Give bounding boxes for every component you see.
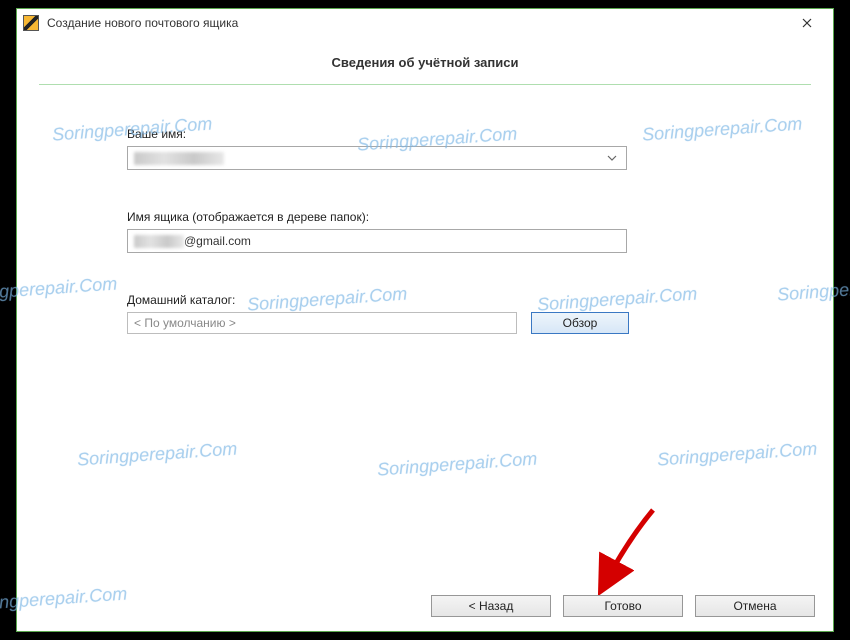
browse-button[interactable]: Обзор <box>531 312 629 334</box>
finish-button-label: Готово <box>604 599 641 613</box>
close-icon <box>802 18 812 28</box>
app-icon <box>23 15 39 31</box>
wizard-button-bar: < Назад Готово Отмена <box>431 595 815 617</box>
field-mailbox-name: Имя ящика (отображается в дереве папок):… <box>127 210 723 253</box>
watermark: Soringperepair.Com <box>76 438 237 470</box>
your-name-value-redacted <box>134 152 224 165</box>
watermark: Soringperepair.Com <box>376 448 537 480</box>
cancel-button[interactable]: Отмена <box>695 595 815 617</box>
your-name-input[interactable] <box>127 146 627 170</box>
header-divider <box>39 84 811 85</box>
mailbox-name-suffix: @gmail.com <box>184 234 251 248</box>
your-name-label: Ваше имя: <box>127 127 723 141</box>
home-catalog-label: Домашний каталог: <box>127 293 723 307</box>
mailbox-name-prefix-redacted <box>134 235 184 248</box>
browse-button-label: Обзор <box>563 316 598 330</box>
close-button[interactable] <box>787 11 827 35</box>
your-name-combo[interactable] <box>127 146 627 170</box>
watermark: Soringperepair.Com <box>0 583 128 615</box>
section-header: Сведения об учётной записи <box>17 37 833 84</box>
home-catalog-input[interactable]: < По умолчанию > <box>127 312 517 334</box>
mailbox-name-label: Имя ящика (отображается в дереве папок): <box>127 210 723 224</box>
mailbox-name-input[interactable]: @gmail.com <box>127 229 627 253</box>
dialog-content: Сведения об учётной записи Ваше имя: Имя… <box>17 37 833 354</box>
field-your-name: Ваше имя: <box>127 127 723 170</box>
home-catalog-value: < По умолчанию > <box>134 316 236 330</box>
window-title: Создание нового почтового ящика <box>47 16 787 30</box>
annotation-arrow-icon <box>583 505 663 595</box>
back-button-label: < Назад <box>469 599 514 613</box>
titlebar: Создание нового почтового ящика <box>17 9 833 37</box>
field-home-catalog: Домашний каталог: < По умолчанию > Обзор <box>127 293 723 334</box>
dialog-window: Создание нового почтового ящика Сведения… <box>16 8 834 632</box>
watermark: Soringperepair.Com <box>656 438 817 470</box>
cancel-button-label: Отмена <box>733 599 776 613</box>
form-area: Ваше имя: Имя ящика (отображается в дере… <box>17 93 833 354</box>
back-button[interactable]: < Назад <box>431 595 551 617</box>
finish-button[interactable]: Готово <box>563 595 683 617</box>
